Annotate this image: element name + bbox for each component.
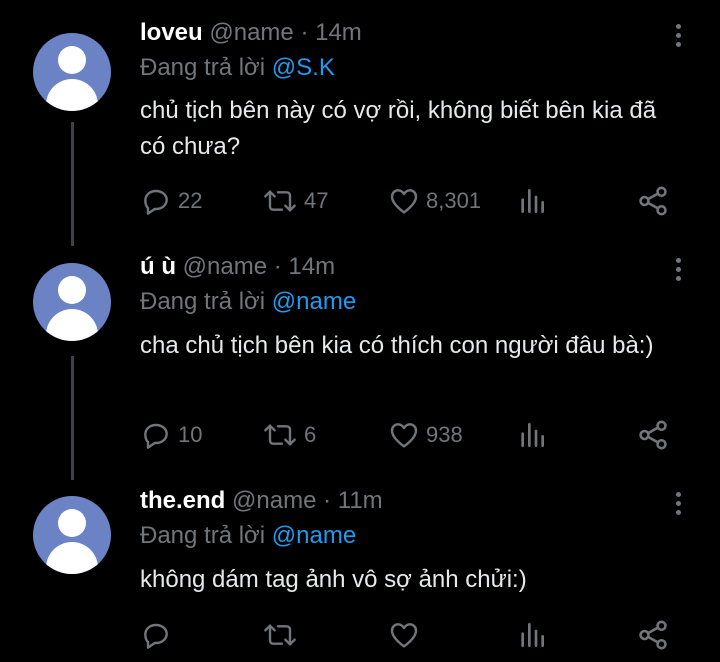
share-button[interactable] xyxy=(636,184,670,218)
avatar[interactable] xyxy=(33,496,111,574)
share-icon xyxy=(639,186,667,216)
replying-to-label: Đang trả lời xyxy=(140,522,266,549)
avatar-body xyxy=(46,542,98,574)
retweet-button[interactable]: 47 xyxy=(262,184,328,218)
avatar-body xyxy=(46,309,98,341)
reply-icon xyxy=(144,623,168,649)
replying-to: Đang trả lời @name xyxy=(140,521,356,551)
replying-to: Đang trả lời @name xyxy=(140,287,356,317)
retweet-icon xyxy=(264,624,296,646)
reply-icon xyxy=(144,189,168,215)
tweet-header: ú ù @name · 14m xyxy=(140,252,335,282)
more-dot xyxy=(675,275,681,281)
like-count: 938 xyxy=(426,422,463,447)
replying-to-label: Đang trả lời xyxy=(140,288,266,315)
user-handle[interactable]: @name xyxy=(183,253,267,280)
tweet-header: the.end @name · 11m xyxy=(140,486,383,516)
reply-button[interactable]: 22 xyxy=(140,184,202,218)
timestamp[interactable]: 11m xyxy=(338,487,383,514)
tweet[interactable]: loveu @name · 14m Đang trả lời @S.K chủ … xyxy=(0,0,720,234)
like-button[interactable]: 938 xyxy=(388,418,463,452)
default-avatar-icon xyxy=(58,276,86,304)
retweet-count: 47 xyxy=(304,188,329,213)
share-button[interactable] xyxy=(636,618,670,652)
replying-to: Đang trả lời @S.K xyxy=(140,53,335,83)
avatar[interactable] xyxy=(33,263,111,341)
share-icon xyxy=(639,620,667,650)
reply-button[interactable]: 10 xyxy=(140,418,202,452)
default-avatar-icon xyxy=(58,509,86,537)
avatar-body xyxy=(46,79,98,111)
analytics-button[interactable] xyxy=(516,184,548,218)
timestamp[interactable]: 14m xyxy=(315,19,362,46)
more-vertical-icon xyxy=(675,491,681,497)
retweet-button[interactable]: 6 xyxy=(262,418,316,452)
tweet-text: chủ tịch bên này có vợ rồi, không biết b… xyxy=(140,97,657,160)
separator-dot: · xyxy=(273,253,282,280)
retweet-count: 6 xyxy=(304,422,317,447)
analytics-icon xyxy=(521,189,544,213)
user-handle[interactable]: @name xyxy=(209,19,293,46)
more-vertical-icon xyxy=(675,257,681,263)
share-button[interactable] xyxy=(636,418,670,452)
retweet-button[interactable] xyxy=(262,618,304,652)
avatar[interactable] xyxy=(33,33,111,111)
more-dot xyxy=(675,32,681,38)
tweet-actions: 10 6 938 xyxy=(140,418,680,452)
share-icon xyxy=(639,420,667,450)
tweet-text: cha chủ tịch bên kia có thích con người … xyxy=(140,332,654,359)
more-options-button[interactable] xyxy=(668,20,688,50)
mention-link[interactable]: @name xyxy=(272,288,356,315)
heart-icon xyxy=(390,423,418,448)
analytics-button[interactable] xyxy=(516,418,548,452)
tweet-text: không dám tag ảnh vô sợ ảnh chửi:) xyxy=(140,566,527,593)
analytics-icon xyxy=(521,623,544,647)
more-options-button[interactable] xyxy=(668,254,688,284)
analytics-button[interactable] xyxy=(516,618,548,652)
tweet-actions: 22 47 8,301 xyxy=(140,184,680,218)
more-dot xyxy=(675,266,681,272)
like-count: 8,301 xyxy=(426,188,482,213)
reply-icon xyxy=(144,423,168,449)
display-name[interactable]: the.end xyxy=(140,487,225,514)
display-name[interactable]: loveu xyxy=(140,19,203,46)
mention-link[interactable]: @S.K xyxy=(272,54,335,81)
tweet-header: loveu @name · 14m xyxy=(140,18,362,48)
mention-link[interactable]: @name xyxy=(272,522,356,549)
timestamp[interactable]: 14m xyxy=(288,253,335,280)
reply-count: 10 xyxy=(178,422,203,447)
like-button[interactable] xyxy=(388,618,426,652)
separator-dot: · xyxy=(323,487,332,514)
default-avatar-icon xyxy=(58,46,86,74)
retweet-icon xyxy=(264,190,296,212)
heart-icon xyxy=(390,189,418,214)
replying-to-label: Đang trả lời xyxy=(140,54,266,81)
more-dot xyxy=(675,500,681,506)
user-handle[interactable]: @name xyxy=(232,487,316,514)
more-dot xyxy=(675,509,681,515)
more-vertical-icon xyxy=(675,23,681,29)
reply-button[interactable] xyxy=(140,618,178,652)
tweet[interactable]: the.end @name · 11m Đang trả lời @name k… xyxy=(0,468,720,662)
heart-icon xyxy=(390,623,418,648)
display-name[interactable]: ú ù xyxy=(140,253,176,280)
reply-count: 22 xyxy=(178,188,203,213)
more-options-button[interactable] xyxy=(668,488,688,518)
retweet-icon xyxy=(264,424,296,446)
separator-dot: · xyxy=(300,19,309,46)
tweet-actions xyxy=(140,618,680,652)
like-button[interactable]: 8,301 xyxy=(388,184,481,218)
more-dot xyxy=(675,41,681,47)
tweet[interactable]: ú ù @name · 14m Đang trả lời @name cha c… xyxy=(0,234,720,468)
analytics-icon xyxy=(521,423,544,447)
